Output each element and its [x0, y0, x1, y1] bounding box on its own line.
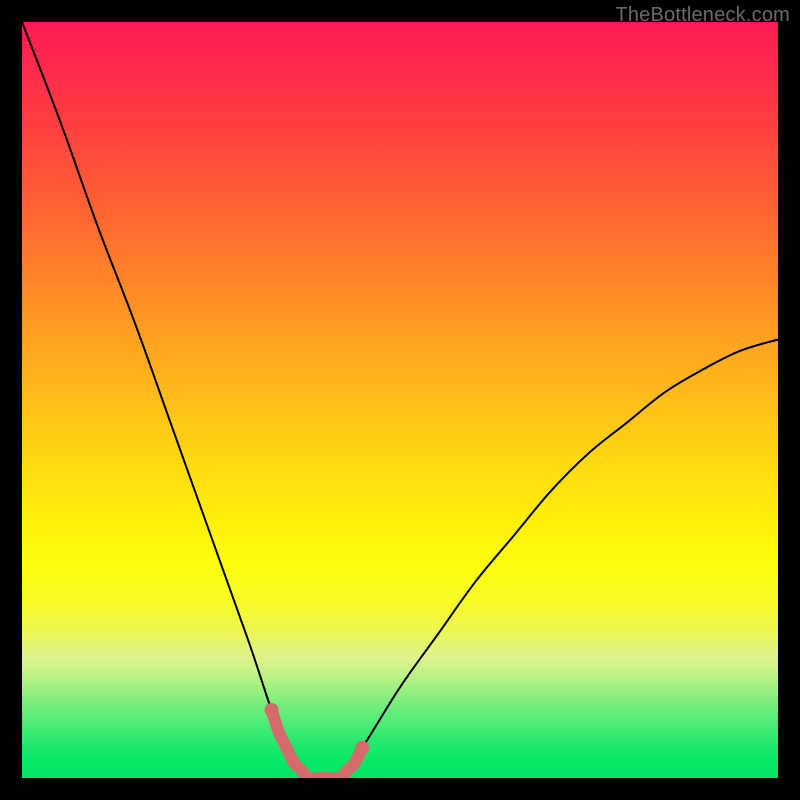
chart-svg [22, 22, 778, 778]
bottleneck-curve [22, 22, 778, 778]
valley-endpoint-dot [264, 703, 278, 717]
chart-plot-area [22, 22, 778, 778]
watermark-text: TheBottleneck.com [615, 4, 790, 27]
valley-endpoint-dot [355, 741, 369, 755]
optimal-range-highlight [271, 710, 362, 778]
